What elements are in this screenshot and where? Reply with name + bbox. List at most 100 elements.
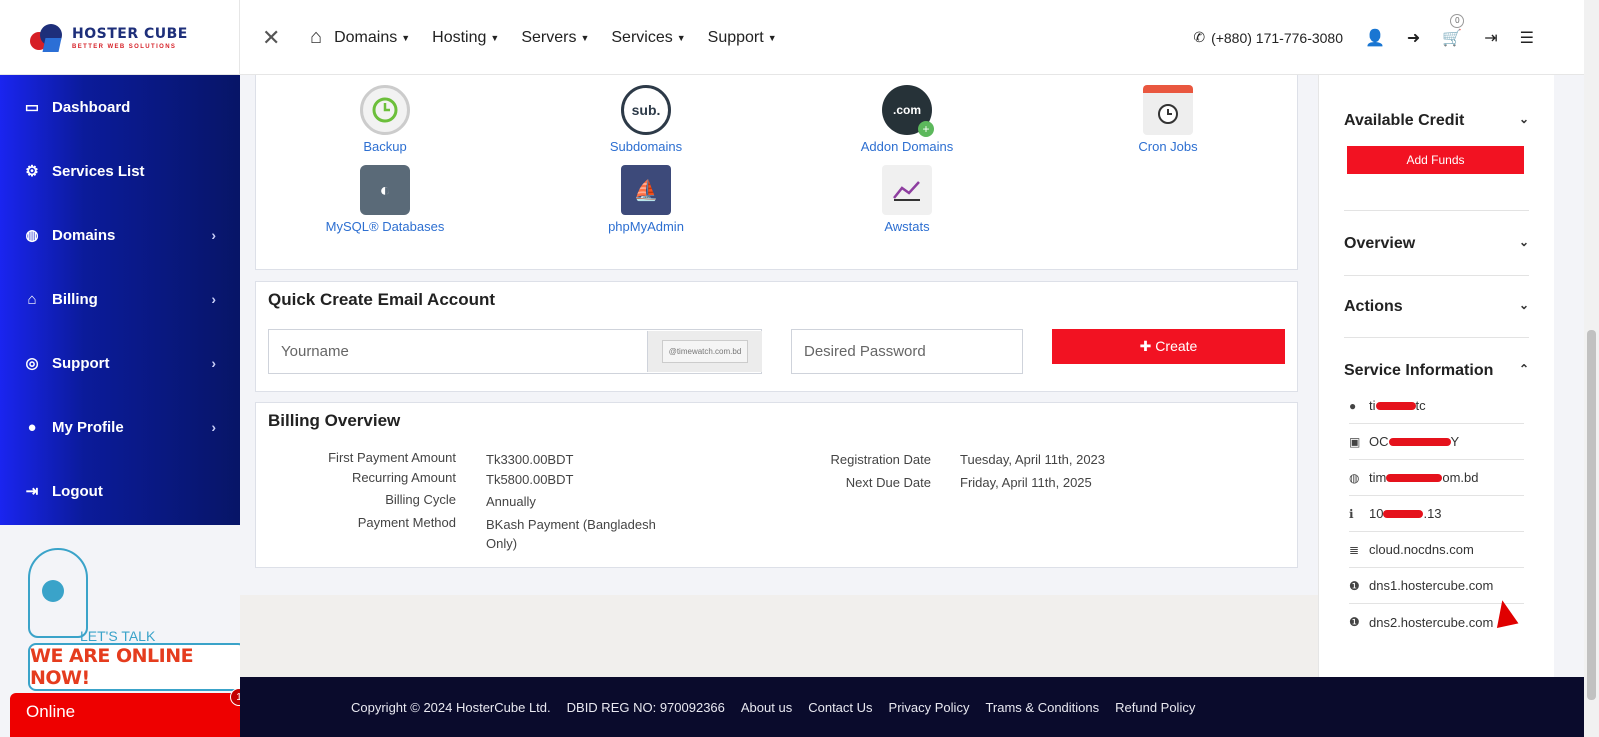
menu-domains[interactable]: Domains ▼: [334, 29, 410, 47]
info-circle-icon: ❶: [1349, 578, 1360, 593]
lets-talk-label: LET'S TALK: [80, 628, 156, 644]
phpmyadmin-icon: ⛵: [621, 165, 671, 215]
globe-icon: ◍: [25, 227, 39, 244]
subdomain-icon: sub.: [621, 85, 671, 135]
menu-servers[interactable]: Servers ▼: [521, 29, 589, 47]
footer-link-about[interactable]: About us: [741, 700, 792, 715]
caret-down-icon: ▼: [767, 32, 777, 43]
chevron-right-icon: ›: [211, 419, 216, 435]
online-now-banner[interactable]: WE ARE ONLINE NOW!: [28, 643, 246, 691]
backup-icon: [360, 85, 410, 135]
plus-icon: ✚: [1139, 338, 1156, 354]
billing-overview-card: Billing Overview First Payment Amount Tk…: [255, 402, 1298, 568]
next-due-date-label: Next Due Date: [845, 475, 931, 490]
sidebar-item-dashboard[interactable]: ▭ Dashboard: [0, 75, 240, 139]
sidebar-item-my-profile[interactable]: ● My Profile ›: [0, 395, 240, 459]
logout-icon[interactable]: ⇥: [1484, 28, 1497, 48]
content-bottom-area: [240, 595, 1318, 677]
tool-backup[interactable]: Backup: [285, 85, 485, 154]
footer-dbid: DBID REG NO: 970092366: [566, 699, 725, 715]
chevron-down-icon: ⌄: [1518, 112, 1529, 126]
service-info-password: ▣ OC Y: [1349, 424, 1524, 460]
user-icon: ●: [27, 418, 37, 436]
phone-link[interactable]: ✆ (+880) 171-776-3080: [1193, 29, 1343, 46]
registration-date-value: Tuesday, April 11th, 2023: [960, 452, 1106, 467]
hamburger-menu-icon[interactable]: ☰: [1520, 28, 1534, 48]
footer-link-refund[interactable]: Refund Policy: [1115, 700, 1195, 715]
brand-tagline: BETTER WEB SOLUTIONS: [72, 43, 177, 50]
recurring-value: Tk5800.00BDT: [486, 472, 574, 487]
mysql-icon: ◐: [360, 165, 410, 215]
close-icon[interactable]: ✕: [262, 27, 280, 49]
footer-link-privacy[interactable]: Privacy Policy: [889, 700, 970, 715]
service-information-header[interactable]: Service Information ⌃: [1344, 362, 1529, 380]
tool-cron-jobs[interactable]: Cron Jobs: [1068, 85, 1268, 154]
sidebar-item-logout[interactable]: ⇥ Logout: [0, 459, 240, 523]
main-menu: ⌂ Domains ▼ Hosting ▼ Servers ▼ Services ▼ S…: [310, 0, 799, 75]
sidebar-item-support[interactable]: ◎ Support ›: [0, 331, 240, 395]
caret-down-icon: ▼: [401, 32, 411, 43]
monitor-icon: ▭: [24, 99, 40, 116]
brand-logo[interactable]: HOSTER CUBE BETTER WEB SOLUTIONS: [0, 0, 240, 75]
available-credit-header[interactable]: Available Credit ⌄: [1344, 112, 1529, 130]
create-email-button[interactable]: ✚ Create: [1052, 329, 1285, 364]
first-payment-value: Tk3300.00BDT: [486, 452, 574, 467]
page-scrollbar[interactable]: [1584, 0, 1599, 737]
logo-cube-icon: [30, 22, 66, 54]
tool-awstats[interactable]: Awstats: [807, 165, 1007, 234]
service-info-ip: ℹ 10.13: [1349, 496, 1524, 532]
quick-create-email-card: Quick Create Email Account Yourname @tim…: [255, 281, 1298, 392]
billing-cycle-value: Annually: [486, 494, 536, 509]
bank-icon: ⌂: [27, 290, 37, 308]
cart-icon[interactable]: 🛒 0: [1442, 13, 1465, 48]
cart-count-badge: 0: [1450, 13, 1465, 28]
tool-mysql-databases[interactable]: ◐ MySQL® Databases: [285, 165, 485, 234]
tool-addon-domains[interactable]: .com + Addon Domains: [807, 85, 1007, 154]
footer: Copyright © 2024 HosterCube Ltd. DBID RE…: [240, 677, 1584, 737]
phone-icon: ✆: [1193, 29, 1206, 45]
sidebar-item-billing[interactable]: ⌂ Billing ›: [0, 267, 240, 331]
home-icon[interactable]: ⌂: [310, 26, 322, 49]
recurring-label: Recurring Amount: [351, 470, 456, 485]
menu-hosting[interactable]: Hosting ▼: [432, 29, 499, 47]
headset-head-icon: [28, 548, 88, 638]
service-info-domain: ◍ tim om.bd: [1349, 460, 1524, 496]
footer-link-terms[interactable]: Trams & Conditions: [985, 700, 1099, 715]
add-funds-button[interactable]: Add Funds: [1347, 146, 1524, 174]
caret-down-icon: ▼: [676, 32, 686, 43]
info-circle-icon: ❶: [1349, 615, 1360, 629]
footer-copyright: Copyright © 2024 HosterCube Ltd.: [351, 699, 551, 715]
email-card-title: Quick Create Email Account: [268, 290, 496, 309]
chevron-right-icon: ›: [211, 227, 216, 243]
chevron-right-icon: ›: [211, 291, 216, 307]
live-chat-widget[interactable]: LET'S TALK WE ARE ONLINE NOW! Online 1: [0, 528, 250, 737]
overview-header[interactable]: Overview ⌄: [1344, 235, 1529, 253]
caret-down-icon: ▼: [490, 32, 500, 43]
tool-phpmyadmin[interactable]: ⛵ phpMyAdmin: [546, 165, 746, 234]
billing-card-title: Billing Overview: [268, 411, 401, 430]
footer-link-contact[interactable]: Contact Us: [808, 700, 872, 715]
service-info-username: ● ti tc: [1349, 388, 1524, 424]
chevron-down-icon: ⌄: [1518, 235, 1529, 249]
lifebuoy-icon: ◎: [25, 355, 39, 372]
lock-icon: ▣: [1349, 434, 1361, 449]
tool-subdomains[interactable]: sub. Subdomains: [546, 85, 746, 154]
email-password-input[interactable]: Desired Password: [791, 329, 1023, 374]
gears-icon: ⚙: [25, 163, 39, 180]
sidebar-item-domains[interactable]: ◍ Domains ›: [0, 203, 240, 267]
sidebar-item-services-list[interactable]: ⚙ Services List: [0, 139, 240, 203]
user-icon[interactable]: 👤: [1365, 28, 1385, 48]
chevron-up-icon: ⌃: [1518, 362, 1529, 376]
actions-header[interactable]: Actions ⌄: [1344, 298, 1529, 316]
login-icon[interactable]: ➜: [1407, 28, 1420, 48]
main-content: Backup sub. Subdomains .com + Addon Doma…: [240, 75, 1318, 677]
menu-support[interactable]: Support ▼: [708, 29, 777, 47]
menu-services[interactable]: Services ▼: [611, 29, 685, 47]
awstats-icon: [882, 165, 932, 215]
payment-method-label: Payment Method: [357, 515, 456, 530]
chat-online-bar[interactable]: Online: [10, 693, 246, 737]
service-info-server: ≣ cloud.nocdns.com: [1349, 532, 1524, 568]
scrollbar-thumb[interactable]: [1587, 330, 1596, 700]
brand-name: HOSTER CUBE: [72, 25, 188, 42]
logout-icon: ⇥: [25, 483, 39, 500]
